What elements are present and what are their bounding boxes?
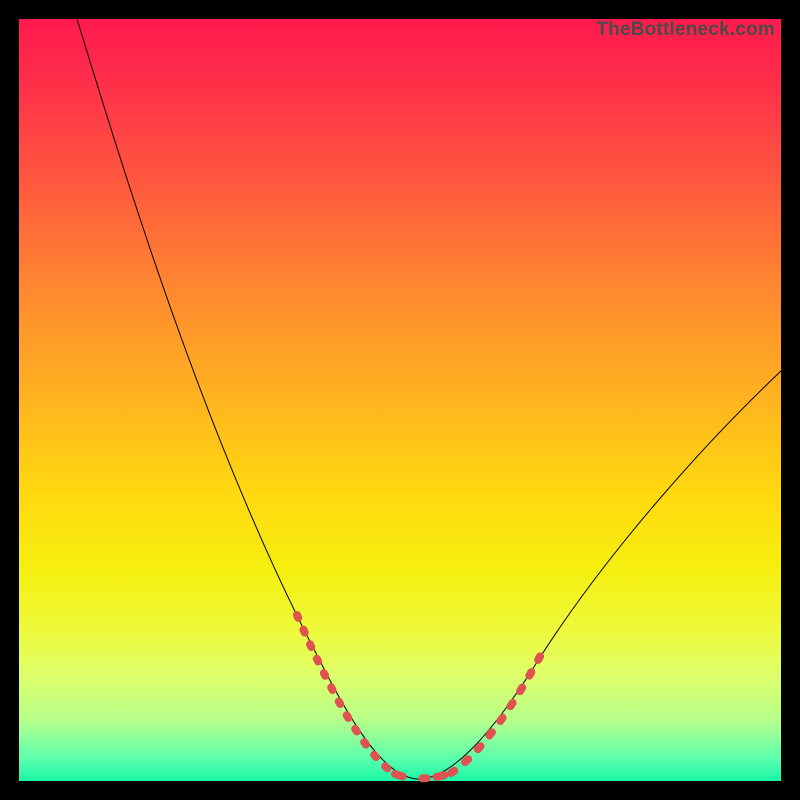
optimal-range-right <box>451 647 545 773</box>
curve-svg <box>19 19 781 781</box>
chart-frame: TheBottleneck.com <box>0 0 800 800</box>
plot-area: TheBottleneck.com <box>19 19 781 781</box>
optimal-range-bottom <box>395 773 451 778</box>
optimal-range-left <box>297 615 395 774</box>
bottleneck-curve <box>77 19 781 779</box>
